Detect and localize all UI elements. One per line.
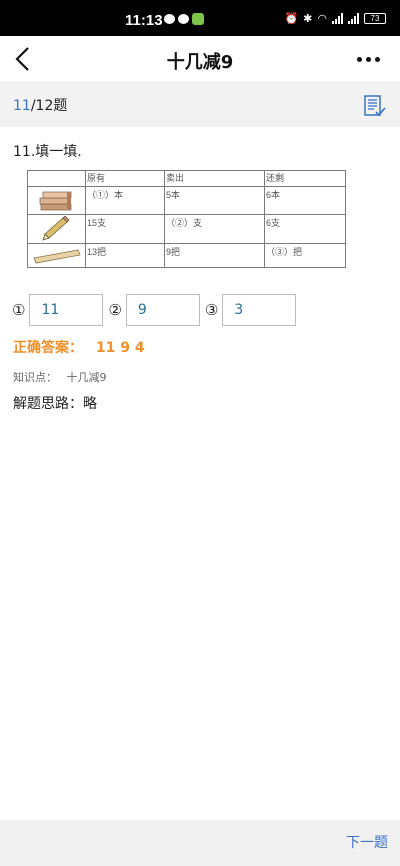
battery-icon: 73 xyxy=(364,13,386,24)
question-table: 原有 卖出 还剩 （①）本 5本 6本 15支 （②）支 6支 13把 9把 （… xyxy=(27,170,346,269)
table-row: 15支 （②）支 6支 xyxy=(27,214,346,244)
answer-field-3[interactable]: 3 xyxy=(222,294,297,326)
knowledge-point: 知识点： 十几减9 xyxy=(13,369,107,385)
correct-answer-value: 11 9 4 xyxy=(95,340,145,356)
status-bar: 11:13 ⏰ ✱ ◠ 73 xyxy=(0,0,400,36)
solution-label: 解题思路： xyxy=(13,396,83,412)
solution-value: 略 xyxy=(83,396,97,412)
header: 十几减9 xyxy=(0,36,400,83)
status-time: 11:13 xyxy=(125,12,163,29)
table-header-cell: 还剩 xyxy=(264,170,346,187)
table-corner xyxy=(27,170,86,187)
solution-approach: 解题思路：略 xyxy=(13,393,97,413)
app-notification-icon xyxy=(192,13,204,25)
table-cell: （③）把 xyxy=(264,242,346,269)
page-title: 十几减9 xyxy=(166,52,234,73)
answer-number: ② xyxy=(108,301,122,319)
table-icon-cell xyxy=(27,185,86,216)
table-cell: 13把 xyxy=(85,242,165,269)
answer-row: ① 11 ② 9 ③ 3 xyxy=(12,294,301,326)
table-header-cell: 卖出 xyxy=(164,170,265,187)
next-question-button[interactable]: 下一题 xyxy=(346,832,388,852)
alarm-icon: ⏰ xyxy=(284,12,299,25)
wifi-icon: ◠ xyxy=(317,12,327,25)
progress-bar: 11/12题 xyxy=(0,83,400,127)
table-cell: 6支 xyxy=(264,214,346,244)
correct-answer-label: 正确答案： xyxy=(13,340,83,356)
table-header-cell: 原有 xyxy=(85,170,165,187)
question-title: 11.填一填. xyxy=(13,144,82,160)
table-cell: 9把 xyxy=(164,242,265,269)
answer-field-1[interactable]: 11 xyxy=(29,294,104,326)
table-header-row: 原有 卖出 还剩 xyxy=(27,170,346,187)
question-progress: 11/12题 xyxy=(13,95,67,115)
answer-number: ① xyxy=(12,301,26,319)
answer-field-2[interactable]: 9 xyxy=(125,294,200,326)
system-icons: ⏰ ✱ ◠ 73 xyxy=(284,12,386,25)
chat-notification-icon xyxy=(164,14,175,24)
correct-answer: 正确答案： 11 9 4 xyxy=(13,337,145,357)
table-row: 13把 9把 （③）把 xyxy=(27,242,346,269)
table-cell: 6本 xyxy=(264,185,346,216)
books-icon xyxy=(39,191,71,210)
table-row: （①）本 5本 6本 xyxy=(27,185,346,216)
footer-bar: 下一题 xyxy=(0,820,400,866)
notification-icons xyxy=(164,13,204,25)
table-icon-cell xyxy=(27,214,86,244)
more-options-icon[interactable] xyxy=(357,57,380,62)
signal-icon-2 xyxy=(348,13,359,24)
pencil-icon xyxy=(41,215,70,241)
table-icon-cell xyxy=(27,242,86,269)
table-cell: （②）支 xyxy=(164,214,265,244)
knowledge-label: 知识点： xyxy=(13,371,57,384)
bluetooth-icon: ✱ xyxy=(303,12,313,25)
message-notification-icon xyxy=(178,14,189,24)
ruler-icon xyxy=(32,249,81,264)
signal-icon xyxy=(332,13,343,24)
answer-number: ③ xyxy=(204,301,219,319)
table-cell: 5本 xyxy=(164,185,265,216)
table-cell: （①）本 xyxy=(85,185,165,216)
progress-current: 11 xyxy=(13,98,31,114)
knowledge-value: 十几减9 xyxy=(66,371,107,384)
answer-sheet-icon[interactable] xyxy=(363,94,387,118)
progress-total: /12题 xyxy=(30,98,68,114)
table-cell: 15支 xyxy=(85,214,165,244)
